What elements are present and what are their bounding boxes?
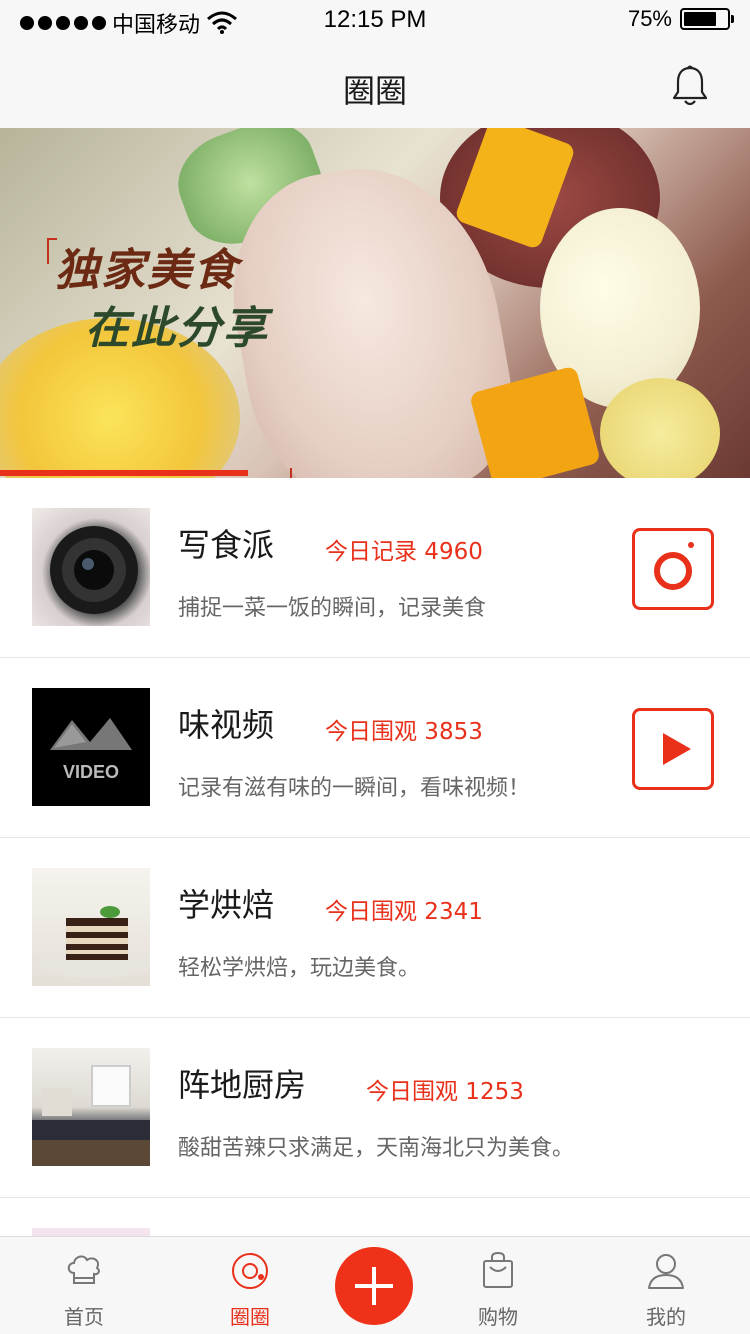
kitchen-graphic xyxy=(32,1065,150,1166)
video-clapper-photo: VIDEO xyxy=(32,688,150,806)
status-bar: 中国移动 12:15 PM 75% xyxy=(0,0,750,40)
navigation-bar: 圈圈 xyxy=(0,40,750,128)
item-stat: 今日围观 1253 xyxy=(366,1079,524,1105)
video-clapper-graphic: VIDEO xyxy=(50,718,132,782)
tab-label: 我的 xyxy=(646,1305,686,1329)
chef-hat-icon xyxy=(67,1255,100,1284)
banner-bracket-right xyxy=(282,468,292,478)
play-icon xyxy=(663,733,691,765)
banner-food-egg-2 xyxy=(600,378,720,478)
item-title: 味视频 xyxy=(178,706,275,744)
tab-circles[interactable]: 圈圈 xyxy=(190,1237,310,1334)
kitchen-photo xyxy=(32,1048,150,1166)
list-item-write-food[interactable]: 写食派 今日记录 4960 捕捉一菜一饭的瞬间，记录美食 xyxy=(0,478,750,658)
item-title: 阵地厨房 xyxy=(178,1066,307,1104)
circle-icon xyxy=(232,1253,268,1289)
item-title: 学烘焙 xyxy=(178,886,275,924)
status-right: 75% xyxy=(627,6,734,32)
list-item-baking[interactable]: 学烘焙 今日围观 2341 轻松学烘焙，玩边美食。 xyxy=(0,838,750,1018)
item-description: 轻松学烘焙，玩边美食。 xyxy=(178,956,421,981)
tab-me[interactable]: 我的 xyxy=(606,1237,726,1334)
item-stat: 今日围观 3853 xyxy=(325,719,483,745)
battery-fill xyxy=(684,12,716,26)
tab-label: 圈圈 xyxy=(230,1305,270,1329)
camera-icon xyxy=(654,542,694,590)
bell-icon[interactable] xyxy=(670,64,710,108)
item-description: 记录有滋有味的一瞬间，看味视频！ xyxy=(178,776,531,801)
cake-photo xyxy=(32,868,150,986)
circle-list: 写食派 今日记录 4960 捕捉一菜一饭的瞬间，记录美食 VIDEO 味视频 今… xyxy=(0,478,750,1334)
tab-label: 首页 xyxy=(64,1305,104,1329)
page-title: 圈圈 xyxy=(342,72,407,110)
list-item-kitchen[interactable]: 阵地厨房 今日围观 1253 酸甜苦辣只求满足，天南海北只为美食。 xyxy=(0,1018,750,1198)
video-thumb-label: VIDEO xyxy=(63,762,119,782)
tab-shopping[interactable]: 购物 xyxy=(438,1237,558,1334)
tab-bar: 首页 圈圈 购物 我的 xyxy=(0,1236,750,1334)
camera-lens-graphic xyxy=(50,526,138,614)
user-icon xyxy=(648,1254,684,1289)
banner-progress-indicator xyxy=(0,470,248,476)
hero-banner[interactable]: 独家美食 在此分享 xyxy=(0,128,750,478)
add-button[interactable] xyxy=(335,1247,413,1325)
banner-line-1: 独家美食 xyxy=(55,245,239,296)
tab-home[interactable]: 首页 xyxy=(24,1237,144,1334)
banner-line-2: 在此分享 xyxy=(85,303,269,354)
list-item-taste-video[interactable]: VIDEO 味视频 今日围观 3853 记录有滋有味的一瞬间，看味视频！ xyxy=(0,658,750,838)
battery-icon xyxy=(680,8,734,30)
item-stat: 今日围观 2341 xyxy=(325,899,483,925)
banner-slogan: 独家美食 在此分享 xyxy=(55,242,269,358)
item-stat: 今日记录 4960 xyxy=(325,539,483,565)
tab-label: 购物 xyxy=(478,1305,518,1329)
cake-graphic xyxy=(38,906,150,978)
item-description: 捕捉一菜一饭的瞬间，记录美食 xyxy=(178,596,487,621)
battery-percent: 75% xyxy=(627,6,672,31)
shopping-bag-icon xyxy=(483,1251,513,1288)
camera-button[interactable] xyxy=(632,528,714,610)
item-description: 酸甜苦辣只求满足，天南海北只为美食。 xyxy=(178,1136,575,1161)
play-button[interactable] xyxy=(632,708,714,790)
camera-lens-photo xyxy=(32,508,150,626)
item-title: 写食派 xyxy=(178,526,275,564)
